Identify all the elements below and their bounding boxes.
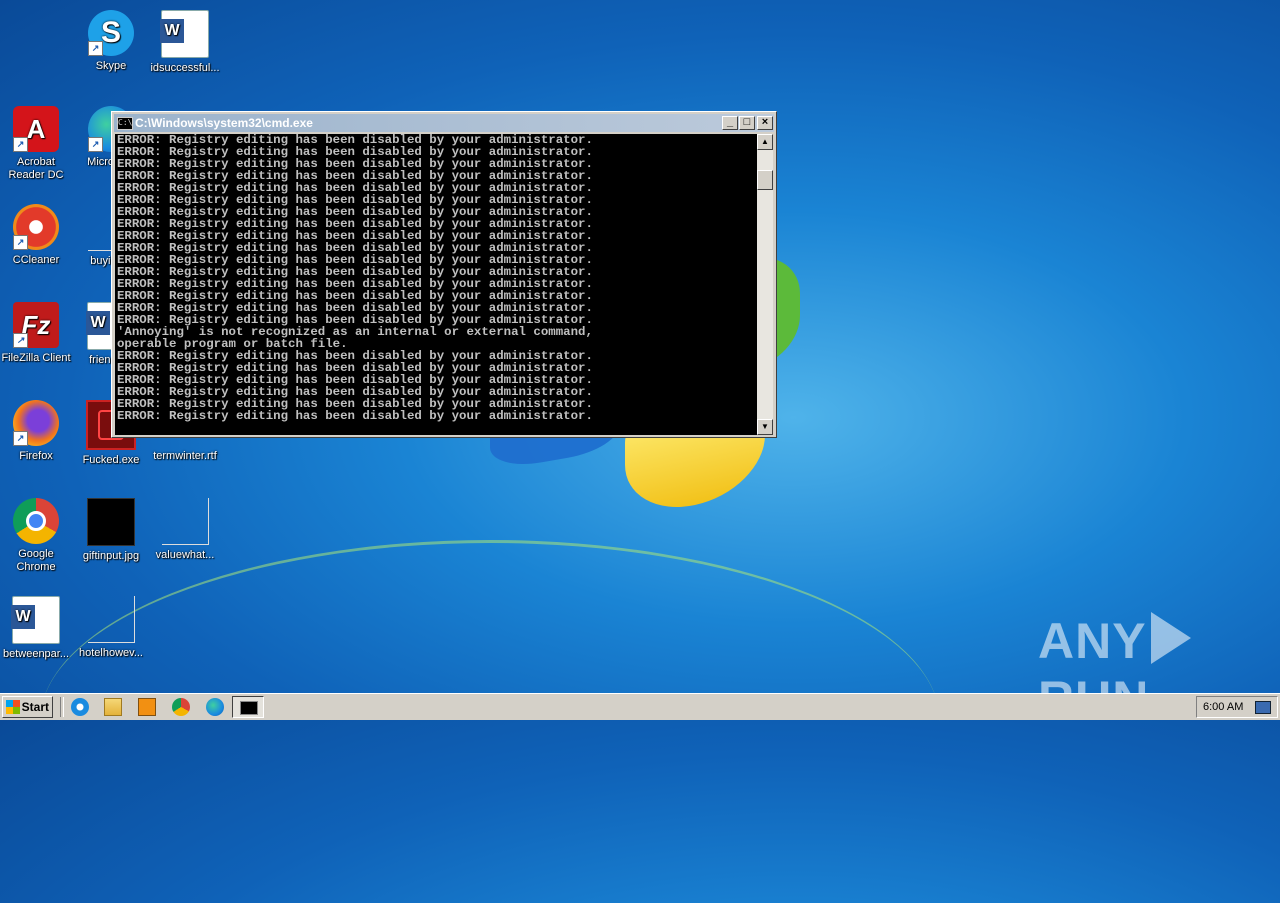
clock[interactable]: 6:00 AM (1203, 701, 1243, 713)
acrobat-icon: A ↗ (13, 106, 59, 152)
desktop-icon-chrome[interactable]: Google Chrome (0, 498, 72, 574)
ccleaner-icon: ↗ (13, 204, 59, 250)
scroll-thumb[interactable] (757, 170, 773, 190)
word-document-icon: W (11, 596, 60, 644)
desktop-icon-label: valuewhat... (155, 549, 215, 561)
filezilla-icon: Fz ↗ (13, 302, 59, 348)
desktop-icon-label: idsuccessful... (150, 62, 220, 74)
file-icon (161, 498, 209, 545)
close-button[interactable]: × (757, 116, 773, 130)
desktop-icon-label: hotelhowev... (78, 647, 143, 659)
desktop-icon-skype[interactable]: S ↗ Skype (75, 10, 147, 73)
cmd-icon (240, 701, 258, 715)
start-button[interactable]: Start (2, 696, 53, 718)
desktop-icon-label: FileZilla Client (1, 352, 71, 364)
desktop-icon-hotelhowev[interactable]: hotelhowev... (75, 596, 147, 660)
minimize-button[interactable]: _ (722, 116, 738, 130)
desktop-icon-label: Fucked.exe (82, 454, 140, 466)
chrome-icon (13, 498, 59, 544)
desktop-icon-label: Skype (95, 60, 127, 72)
maximize-button[interactable]: □ (739, 116, 755, 130)
desktop-icon-label: termwinter.rtf (153, 450, 217, 462)
cmd-icon: C:\ (117, 117, 133, 130)
desktop-icon-valuewhat[interactable]: valuewhat... (149, 498, 221, 562)
vertical-scrollbar[interactable]: ▲ ▼ (757, 134, 773, 435)
desktop-icon-label: Acrobat Reader DC (8, 156, 64, 181)
file-explorer-icon[interactable] (104, 698, 122, 716)
desktop-icon-idsuccessful[interactable]: W idsuccessful... (149, 10, 221, 75)
window-titlebar[interactable]: C:\ C:\Windows\system32\cmd.exe _ □ × (114, 114, 774, 132)
word-document-icon: W (160, 10, 209, 58)
file-icon (87, 596, 135, 643)
scroll-down-button[interactable]: ▼ (757, 419, 773, 435)
cmd-window[interactable]: C:\ C:\Windows\system32\cmd.exe _ □ × ER… (111, 111, 777, 438)
taskbar-separator (60, 697, 64, 717)
desktop-icon-label: Firefox (19, 450, 53, 462)
desktop-icon-ccleaner[interactable]: ↗ CCleaner (0, 204, 72, 267)
firefox-icon: ↗ (13, 400, 59, 446)
desktop-icon-label: giftinput.jpg (82, 550, 140, 562)
watermark-left-text: ANY (1038, 613, 1147, 669)
play-icon (1150, 612, 1191, 664)
chrome-taskbar-icon[interactable] (172, 698, 190, 716)
desktop-icon-label: Google Chrome (16, 548, 56, 573)
system-tray: 6:00 AM (1196, 696, 1278, 718)
windows-flag-icon (6, 700, 20, 714)
show-desktop-icon[interactable] (1255, 701, 1271, 714)
console-output[interactable]: ERROR: Registry editing has been disable… (115, 134, 757, 435)
desktop-icon-giftinput[interactable]: giftinput.jpg (75, 498, 147, 563)
window-title: C:\Windows\system32\cmd.exe (135, 116, 313, 130)
scroll-up-button[interactable]: ▲ (757, 134, 773, 150)
desktop-icon-label: CCleaner (12, 254, 60, 266)
console-line: ERROR: Registry editing has been disable… (117, 409, 593, 423)
image-file-icon (87, 498, 135, 546)
media-player-icon[interactable] (138, 698, 156, 716)
desktop-icon-acrobat[interactable]: A ↗ Acrobat Reader DC (0, 106, 72, 182)
start-label: Start (21, 700, 49, 714)
desktop-icon-betweenpar[interactable]: W betweenpar... (0, 596, 72, 661)
edge-taskbar-icon[interactable] (206, 698, 224, 716)
desktop-icon-firefox[interactable]: ↗ Firefox (0, 400, 72, 463)
desktop-icon-filezilla[interactable]: Fz ↗ FileZilla Client (0, 302, 72, 365)
desktop-icon-label: betweenpar... (2, 648, 70, 660)
skype-icon: S ↗ (88, 10, 134, 56)
taskbar-cmd-button[interactable] (232, 696, 264, 718)
wallpaper-swoosh (40, 540, 940, 903)
internet-explorer-icon[interactable] (71, 698, 89, 716)
taskbar: Start 6:00 AM (0, 693, 1280, 720)
